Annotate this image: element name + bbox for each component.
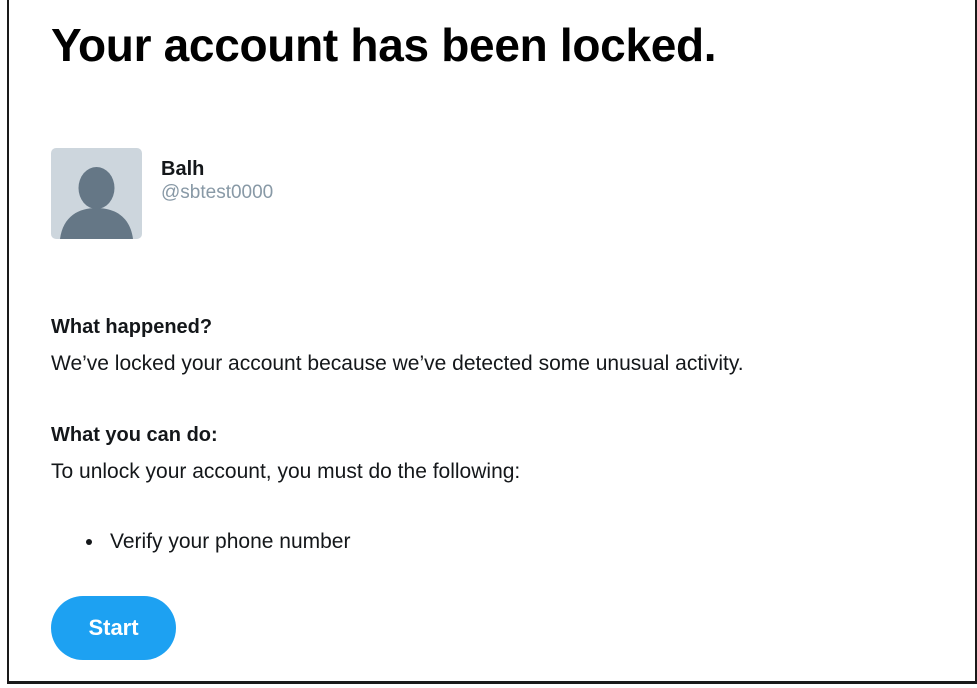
account-name-block: Balh @sbtest0000 [161, 157, 273, 205]
what-you-can-do-heading: What you can do: [51, 424, 218, 446]
start-button[interactable]: Start [51, 596, 176, 660]
user-handle: @sbtest0000 [161, 182, 274, 203]
unlock-steps-list: Verify your phone number [86, 530, 350, 554]
what-happened-text: We’ve locked your account because we’ve … [51, 352, 744, 375]
page-frame [7, 0, 977, 684]
display-name: Balh [161, 158, 205, 180]
avatar [51, 148, 142, 239]
what-you-can-do-text: To unlock your account, you must do the … [51, 460, 521, 483]
step-label: Verify your phone number [110, 530, 351, 553]
what-happened-heading: What happened? [51, 316, 213, 338]
default-profile-icon [60, 167, 133, 239]
list-item: Verify your phone number [86, 530, 350, 554]
bullet-icon [86, 539, 92, 545]
page-title: Your account has been locked. [51, 19, 717, 71]
